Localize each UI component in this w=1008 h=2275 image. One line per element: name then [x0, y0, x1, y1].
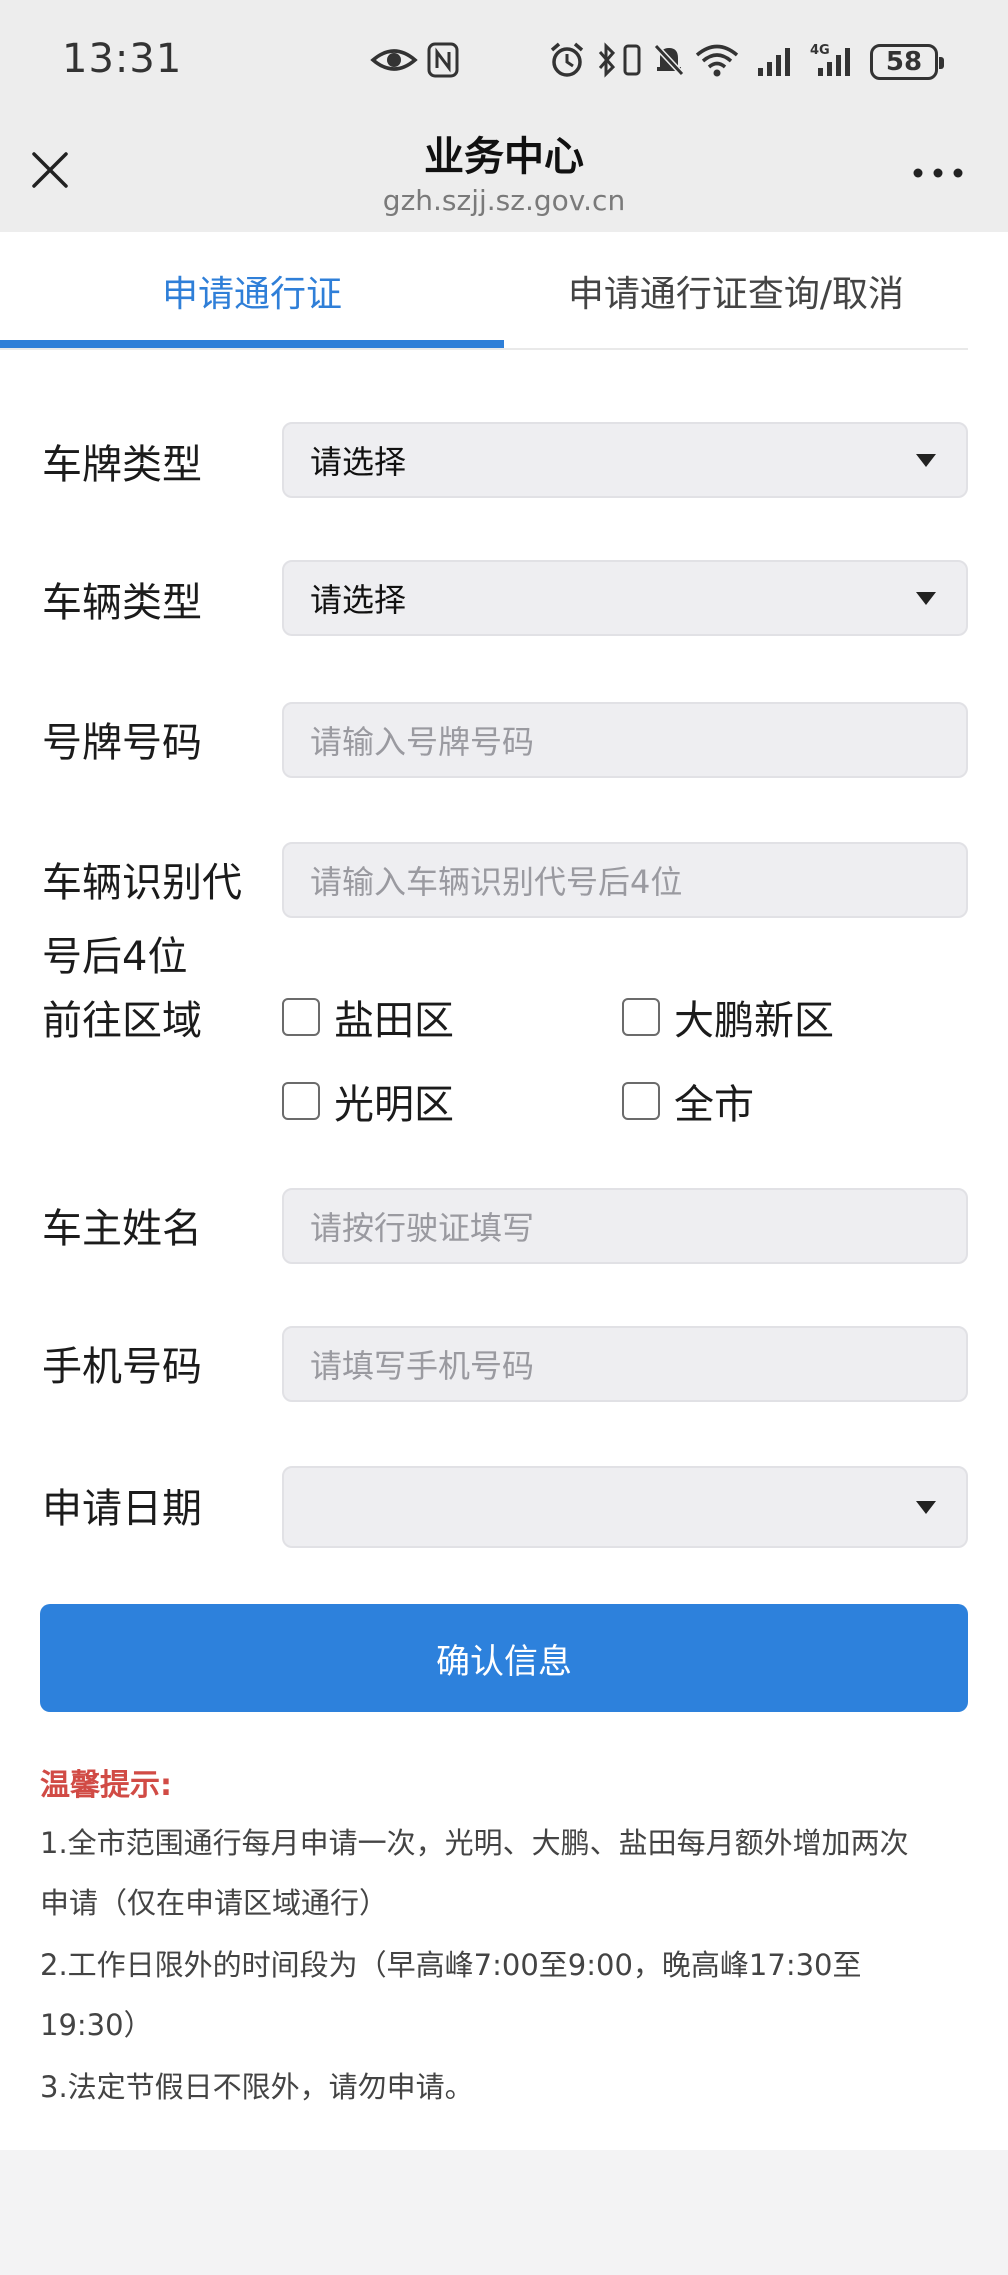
chevron-down-icon [916, 454, 936, 467]
signal-icon [758, 48, 790, 76]
region-option-label: 全市 [674, 1082, 754, 1128]
region-option-label: 光明区 [334, 1082, 454, 1128]
signal-4g-icon: 4G [810, 43, 850, 76]
checkbox-box[interactable] [622, 1082, 660, 1120]
tips-line: 申请（仅在申请区域通行） [40, 1886, 389, 1920]
main-content: 申请通行证 申请通行证查询/取消 车牌类型 请选择 车辆类型 请选择 号牌号码 … [0, 232, 1008, 2150]
owner-name-input[interactable]: 请按行驶证填写 [282, 1188, 968, 1264]
plate-type-label: 车牌类型 [42, 442, 202, 488]
page-url: gzh.szjj.sz.gov.cn [382, 184, 626, 217]
date-label: 申请日期 [42, 1486, 202, 1532]
region-checkbox-dapeng[interactable]: 大鹏新区 [622, 988, 834, 1046]
tips-title: 温馨提示: [40, 1768, 172, 1803]
bluetooth-icon [598, 42, 616, 78]
checkbox-box[interactable] [622, 998, 660, 1036]
battery-icon: 58 [870, 44, 944, 80]
owner-name-placeholder: 请按行驶证填写 [310, 1209, 535, 1247]
date-select[interactable] [282, 1466, 968, 1548]
chevron-down-icon [916, 592, 936, 605]
more-icon[interactable] [908, 158, 968, 188]
vehicle-type-label: 车辆类型 [42, 580, 202, 626]
active-tab-indicator [0, 340, 504, 348]
status-time: 13:31 [62, 36, 183, 82]
wifi-icon [695, 44, 739, 77]
confirm-button[interactable]: 确认信息 [40, 1604, 968, 1712]
region-checkbox-all-city[interactable]: 全市 [622, 1072, 754, 1130]
nfc-icon [427, 42, 459, 78]
vehicle-type-value: 请选择 [310, 581, 407, 619]
region-label: 前往区域 [42, 998, 202, 1044]
tab-bar: 申请通行证 申请通行证查询/取消 [0, 232, 968, 350]
plate-type-select[interactable]: 请选择 [282, 422, 968, 498]
region-option-label: 大鹏新区 [674, 998, 834, 1044]
tips-line: 19:30） [40, 2008, 153, 2042]
phone-placeholder: 请填写手机号码 [310, 1347, 535, 1385]
tips-line: 3.法定节假日不限外，请勿申请。 [40, 2070, 474, 2104]
tips-line: 2.工作日限外的时间段为（早高峰7:00至9:00，晚高峰17:30至 [40, 1948, 862, 1982]
owner-name-label: 车主姓名 [42, 1206, 202, 1252]
plate-number-placeholder: 请输入号牌号码 [310, 723, 535, 761]
checkbox-box[interactable] [282, 1082, 320, 1120]
plate-number-label: 号牌号码 [42, 720, 202, 766]
battery-level: 58 [885, 47, 923, 77]
region-checkbox-yantian[interactable]: 盐田区 [282, 988, 454, 1046]
nav-bar: 业务中心 gzh.szjj.sz.gov.cn [0, 118, 1008, 232]
plate-number-input[interactable]: 请输入号牌号码 [282, 702, 968, 778]
vin-placeholder: 请输入车辆识别代号后4位 [310, 863, 683, 901]
vin-input[interactable]: 请输入车辆识别代号后4位 [282, 842, 968, 918]
phone-input[interactable]: 请填写手机号码 [282, 1326, 968, 1402]
bottom-area [0, 2150, 1008, 2275]
region-checkbox-guangming[interactable]: 光明区 [282, 1072, 454, 1130]
tips-line: 1.全市范围通行每月申请一次，光明、大鹏、盐田每月额外增加两次 [40, 1826, 909, 1860]
page-title: 业务中心 [424, 134, 584, 180]
eye-icon [370, 49, 418, 71]
mute-icon [653, 43, 685, 77]
vehicle-type-select[interactable]: 请选择 [282, 560, 968, 636]
svg-text:4G: 4G [810, 43, 830, 58]
chevron-down-icon [916, 1501, 936, 1514]
region-option-label: 盐田区 [334, 998, 454, 1044]
status-bar: 13:31 4G 58 [0, 0, 1008, 118]
vibrate-icon [623, 44, 641, 76]
tab-query-cancel[interactable]: 申请通行证查询/取消 [504, 232, 968, 350]
alarm-icon [550, 42, 584, 77]
tab-apply-pass[interactable]: 申请通行证 [0, 232, 504, 350]
checkbox-box[interactable] [282, 998, 320, 1036]
vin-label-line2: 号后4位 [42, 934, 188, 980]
phone-label: 手机号码 [42, 1344, 202, 1390]
vin-label-line1: 车辆识别代 [42, 860, 242, 906]
plate-type-value: 请选择 [310, 443, 407, 481]
